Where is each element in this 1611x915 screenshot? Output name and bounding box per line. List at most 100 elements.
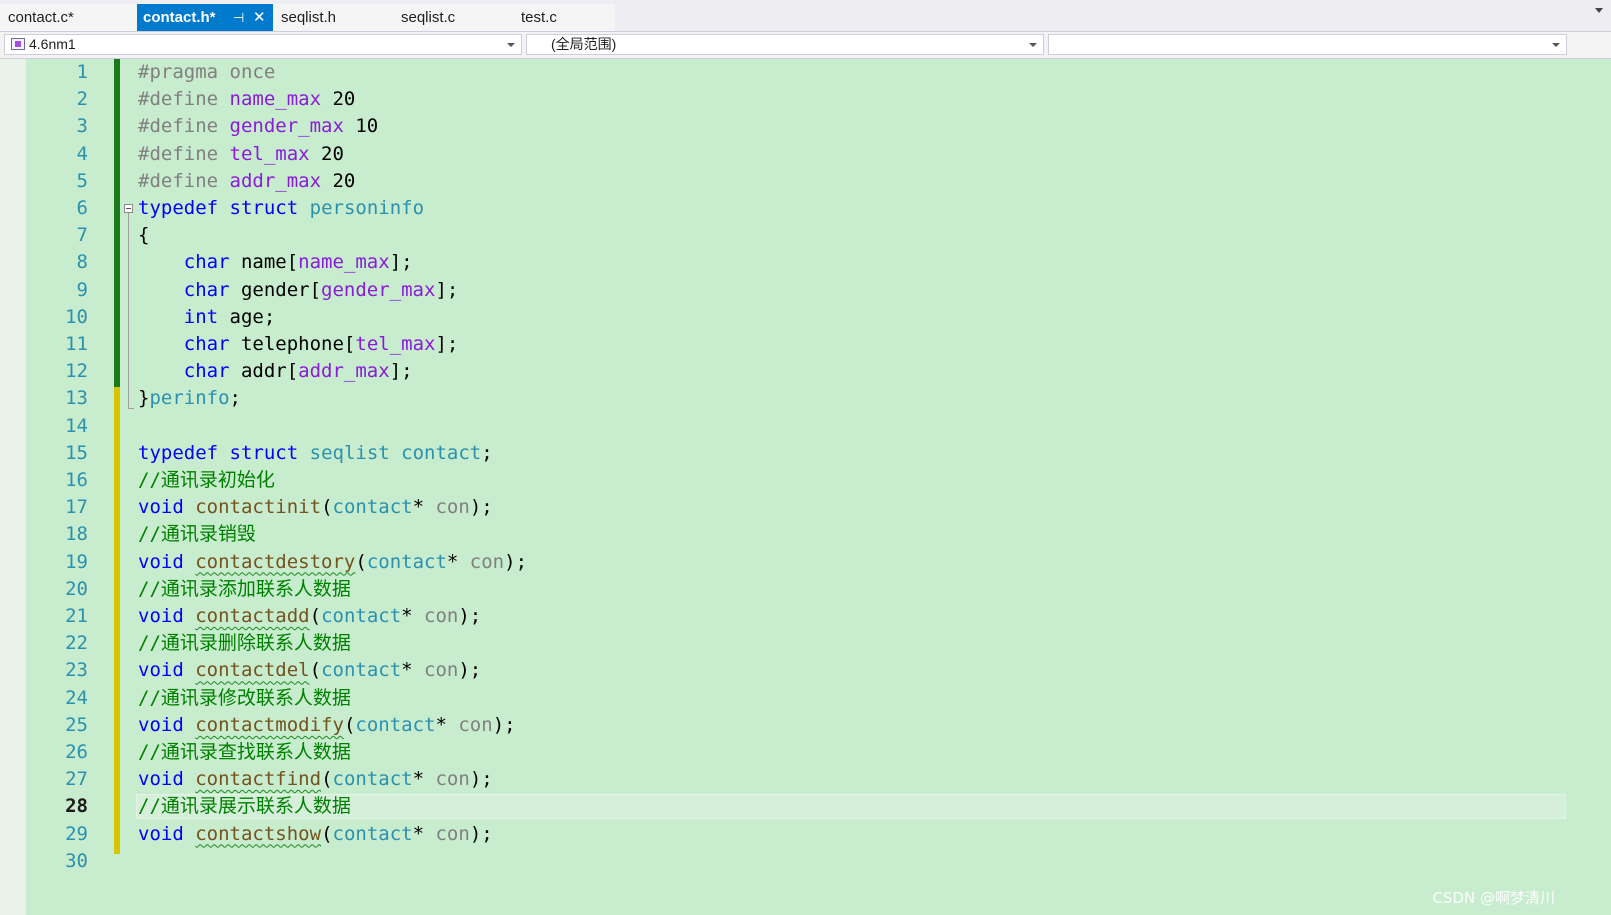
code-line[interactable]: 10 int age; xyxy=(0,304,1611,331)
code-line[interactable]: 11 char telephone[tel_max]; xyxy=(0,331,1611,358)
vertical-scrollbar[interactable] xyxy=(1567,59,1611,915)
token-plain: ( xyxy=(321,496,333,519)
line-number: 4 xyxy=(76,142,88,165)
code-text: char gender[gender_max]; xyxy=(138,277,459,304)
token-cmt: //通讯录查找联系人数据 xyxy=(138,741,351,763)
token-kw: char xyxy=(183,251,230,274)
token-param: con xyxy=(469,550,505,573)
token-cmt: //通讯录展示联系人数据 xyxy=(138,795,351,818)
tab-seqlist-c[interactable]: seqlist.c xyxy=(393,4,513,31)
code-line[interactable]: 16 //通讯录初始化 xyxy=(0,467,1611,494)
token-param: con xyxy=(458,713,493,736)
code-text: void contactdel(contact* con); xyxy=(138,657,481,684)
code-line[interactable]: 23 void contactdel(contact* con); xyxy=(0,657,1611,684)
code-line[interactable]: 9 char gender[gender_max]; xyxy=(0,277,1611,304)
code-line[interactable]: 3 #define gender_max 10 xyxy=(0,113,1611,140)
close-icon[interactable]: ✕ xyxy=(253,4,266,31)
code-line[interactable]: 6 typedef struct personinfo xyxy=(0,195,1611,222)
line-number: 30 xyxy=(65,849,88,872)
code-line[interactable]: 28 //通讯录展示联系人数据 xyxy=(0,793,1611,820)
code-line[interactable]: 14 xyxy=(0,413,1611,440)
token-pre: #pragma once xyxy=(138,61,276,83)
code-line[interactable]: 25 void contactmodify(contact* con); xyxy=(0,712,1611,739)
token-plain: * xyxy=(401,659,425,682)
project-dropdown-value: 4.6nm1 xyxy=(29,36,76,52)
code-text: //通讯录添加联系人数据 xyxy=(138,576,351,603)
token-plain: ; xyxy=(481,441,493,464)
tab-overflow-dropdown-icon[interactable] xyxy=(1595,8,1603,13)
member-dropdown[interactable] xyxy=(1048,34,1567,55)
line-number: 15 xyxy=(65,441,88,464)
code-line[interactable]: 1 #pragma once xyxy=(0,59,1611,86)
code-line[interactable]: 18 //通讯录销毁 xyxy=(0,521,1611,548)
token-type: contact xyxy=(332,822,413,845)
token-mac: name_max xyxy=(229,88,322,111)
token-type: personinfo xyxy=(309,197,425,219)
code-line[interactable]: 19 void contactdestory(contact* con); xyxy=(0,549,1611,576)
code-text: { xyxy=(138,222,149,249)
code-text: typedef struct seqlist contact; xyxy=(138,440,493,467)
project-dropdown[interactable]: 4.6nm1 xyxy=(4,34,522,55)
code-line[interactable]: 27 void contactfind(contact* con); xyxy=(0,766,1611,793)
token-fnsq: contactdestory xyxy=(195,550,356,573)
code-text: //通讯录删除联系人数据 xyxy=(138,630,351,657)
code-line[interactable]: 5 #define addr_max 20 xyxy=(0,168,1611,195)
chevron-down-icon xyxy=(507,43,515,47)
tab-seqlist-h[interactable]: seqlist.h xyxy=(273,4,393,31)
code-text: void contactdestory(contact* con); xyxy=(138,549,527,576)
code-line[interactable]: 2 #define name_max 20 xyxy=(0,86,1611,113)
line-number: 9 xyxy=(76,278,88,301)
token-cmt: //通讯录销毁 xyxy=(138,523,256,546)
code-line[interactable]: 7{ xyxy=(0,222,1611,249)
navigation-bar: 4.6nm1 (全局范围) xyxy=(0,32,1611,59)
code-line[interactable]: 20 //通讯录添加联系人数据 xyxy=(0,576,1611,603)
code-line[interactable]: 24 //通讯录修改联系人数据 xyxy=(0,685,1611,712)
code-line[interactable]: 13}perinfo; xyxy=(0,385,1611,412)
code-line[interactable]: 30 xyxy=(0,848,1611,875)
scope-dropdown[interactable]: (全局范围) xyxy=(526,34,1044,55)
line-number: 2 xyxy=(76,88,88,111)
token-param: con xyxy=(435,822,470,845)
code-line[interactable]: 15 typedef struct seqlist contact; xyxy=(0,440,1611,467)
tab-contact-c[interactable]: contact.c* xyxy=(0,4,137,31)
token-plain: * xyxy=(412,496,436,519)
token-plain: ); xyxy=(469,768,493,791)
code-line[interactable]: 26 //通讯录查找联系人数据 xyxy=(0,739,1611,766)
code-line[interactable]: 4 #define tel_max 20 xyxy=(0,141,1611,168)
code-line[interactable]: 29 void contactshow(contact* con); xyxy=(0,821,1611,848)
pin-icon[interactable]: ⊣ xyxy=(233,4,244,31)
code-line[interactable]: 22 //通讯录删除联系人数据 xyxy=(0,630,1611,657)
code-line[interactable]: 8 char name[name_max]; xyxy=(0,249,1611,276)
token-type: contact xyxy=(355,713,436,736)
token-kw: struct xyxy=(229,197,299,219)
token-mac: tel_max xyxy=(355,333,436,355)
token-plain: { xyxy=(138,224,150,247)
token-type: contact xyxy=(401,441,482,464)
line-number: 29 xyxy=(65,822,88,845)
token-plain: gender[ xyxy=(229,278,322,301)
tab-contact-h[interactable]: contact.h* ⊣ ✕ xyxy=(137,4,273,31)
tab-label: seqlist.c xyxy=(401,9,456,26)
code-text: #pragma once xyxy=(138,59,275,86)
tab-test-c[interactable]: test.c xyxy=(513,4,615,31)
code-line[interactable]: 12 char addr[addr_max]; xyxy=(0,358,1611,385)
line-number: 8 xyxy=(76,251,88,274)
line-number: 3 xyxy=(76,115,88,138)
document-tab-bar: contact.c* contact.h* ⊣ ✕ seqlist.h seqlist.c… xyxy=(0,0,1611,32)
code-editor[interactable]: 1 #pragma once 2 #define name_max 20 3 #defin… xyxy=(0,59,1611,915)
token-plain: ]; xyxy=(435,278,459,301)
line-number: 19 xyxy=(65,550,88,573)
code-line[interactable]: 17 void contactinit(contact* con); xyxy=(0,494,1611,521)
token-plain: ); xyxy=(504,550,528,573)
project-icon xyxy=(11,38,25,50)
line-number: 26 xyxy=(65,741,88,763)
code-line[interactable]: 21 void contactadd(contact* con); xyxy=(0,603,1611,630)
token-cmt: //通讯录添加联系人数据 xyxy=(138,577,351,600)
line-number: 16 xyxy=(65,469,88,491)
